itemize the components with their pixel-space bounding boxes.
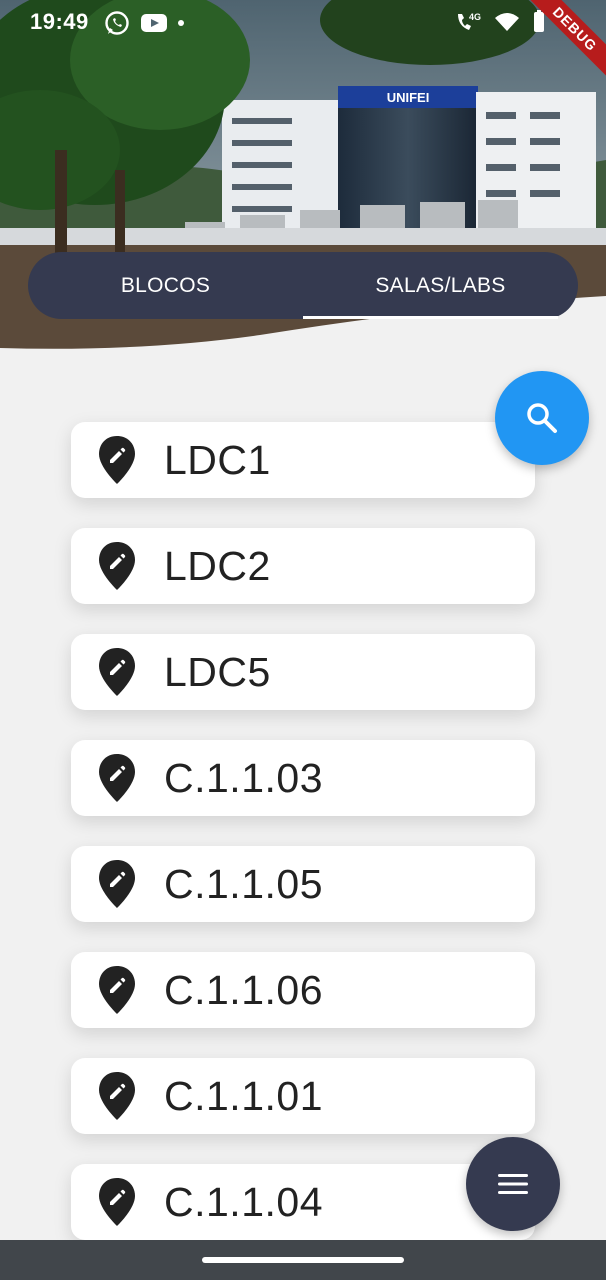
room-card-c-1-1-01[interactable]: C.1.1.01 <box>71 1058 535 1134</box>
status-bar: 19:49 4G <box>0 0 606 46</box>
edit-location-icon <box>99 754 135 802</box>
home-gesture-handle[interactable] <box>202 1257 404 1263</box>
edit-location-icon <box>99 436 135 484</box>
room-name: C.1.1.01 <box>164 1072 323 1119</box>
room-name: C.1.1.05 <box>164 860 323 907</box>
building-sign: UNIFEI <box>387 90 430 105</box>
room-card-ldc1[interactable]: LDC1 <box>71 422 535 498</box>
room-card-ldc2[interactable]: LDC2 <box>71 528 535 604</box>
edit-location-icon <box>99 648 135 696</box>
notification-dot <box>178 20 184 26</box>
room-name: C.1.1.06 <box>164 966 323 1013</box>
tab-salas-labs[interactable]: SALAS/LABS <box>303 252 578 319</box>
room-name: LDC2 <box>164 542 271 589</box>
room-card-c-1-1-03[interactable]: C.1.1.03 <box>71 740 535 816</box>
status-time: 19:49 <box>30 9 89 34</box>
edit-location-icon <box>99 542 135 590</box>
call-4g-icon: 4G <box>458 12 481 30</box>
system-nav-bar <box>0 1240 606 1280</box>
room-name: LDC5 <box>164 648 271 695</box>
room-card-c-1-1-04[interactable]: C.1.1.04 <box>71 1164 535 1240</box>
tab-bar: BLOCOS SALAS/LABS <box>28 252 578 319</box>
status-left-icons <box>104 10 184 36</box>
status-right-icons: 4G <box>455 10 547 34</box>
room-card-ldc5[interactable]: LDC5 <box>71 634 535 710</box>
whatsapp-icon <box>105 11 129 35</box>
room-card-c-1-1-06[interactable]: C.1.1.06 <box>71 952 535 1028</box>
svg-text:4G: 4G <box>469 12 481 22</box>
search-button[interactable] <box>495 371 589 465</box>
room-name: LDC1 <box>164 436 271 483</box>
menu-icon <box>498 1174 528 1194</box>
search-icon <box>527 403 557 433</box>
edit-location-icon <box>99 1178 135 1226</box>
edit-location-icon <box>99 1072 135 1120</box>
menu-button[interactable] <box>466 1137 560 1231</box>
room-list: LDC1 LDC2 LDC5 C.1.1.03 C.1.1.05 C.1.1.0… <box>71 422 535 1270</box>
room-card-c-1-1-05[interactable]: C.1.1.05 <box>71 846 535 922</box>
edit-location-icon <box>99 860 135 908</box>
tab-blocos[interactable]: BLOCOS <box>28 252 303 319</box>
edit-location-icon <box>99 966 135 1014</box>
room-name: C.1.1.03 <box>164 754 323 801</box>
wifi-icon <box>495 13 519 31</box>
room-name: C.1.1.04 <box>164 1178 323 1225</box>
youtube-icon <box>141 14 167 32</box>
